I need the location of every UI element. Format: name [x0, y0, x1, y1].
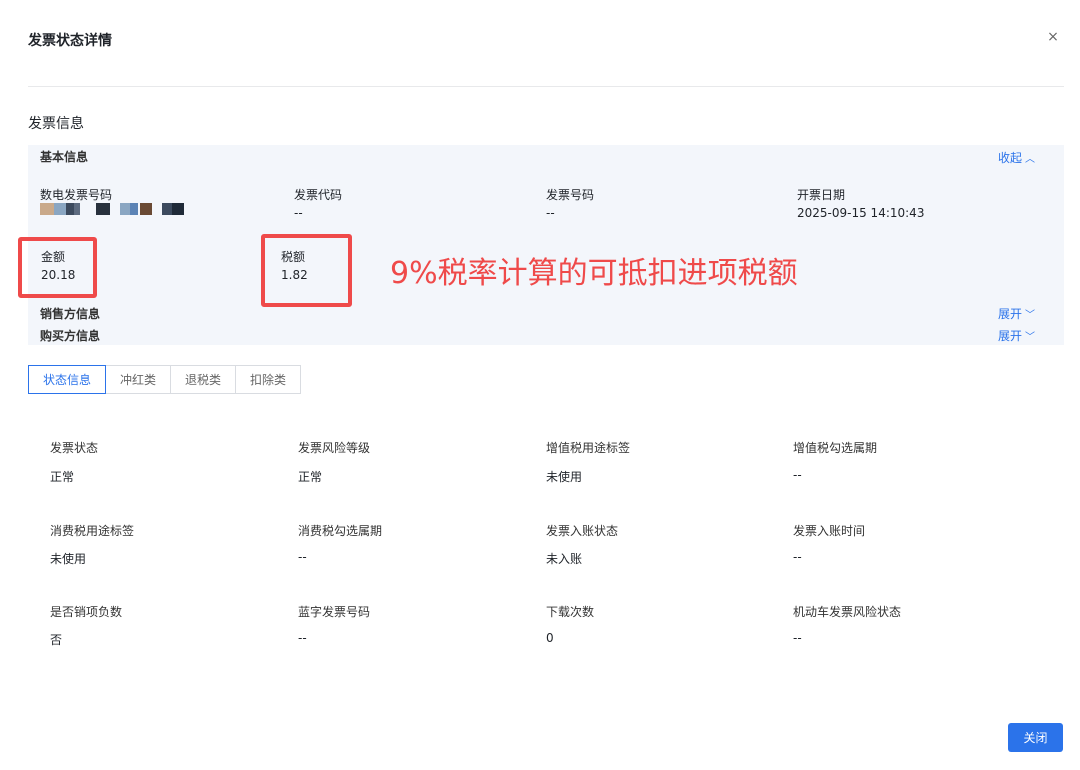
- invoice-no-value: --: [546, 206, 555, 220]
- redacted-invoice-number: [40, 203, 190, 215]
- download-count-value: 0: [546, 631, 554, 645]
- collapse-toggle[interactable]: 收起 ︿: [998, 149, 1035, 166]
- invoice-status-value: 正常: [50, 470, 75, 484]
- risk-level-label: 发票风险等级: [298, 441, 371, 455]
- invoice-no-label: 发票号码: [546, 188, 595, 202]
- blue-invoice-no-label: 蓝字发票号码: [298, 605, 371, 619]
- digital-invoice-no-label: 数电发票号码: [40, 188, 113, 202]
- header-divider: [28, 86, 1064, 87]
- vehicle-risk-label: 机动车发票风险状态: [793, 605, 902, 619]
- vat-period-label: 增值税勾选属期: [793, 441, 878, 455]
- invoice-code-label: 发票代码: [294, 188, 343, 202]
- download-count-label: 下载次数: [546, 605, 595, 619]
- vehicle-risk-value: --: [793, 631, 802, 645]
- basic-info-title: 基本信息: [40, 150, 89, 164]
- entry-status-label: 发票入账状态: [546, 524, 619, 538]
- close-button[interactable]: 关闭: [1008, 723, 1063, 752]
- buyer-expand-toggle[interactable]: 展开 ﹀: [998, 327, 1035, 344]
- invoice-info-panel: [28, 145, 1064, 345]
- invoice-code-value: --: [294, 206, 303, 220]
- tab-status-info[interactable]: 状态信息: [28, 365, 107, 394]
- tab-tax-refund[interactable]: 退税类: [170, 365, 237, 394]
- tax-highlight-box: [261, 234, 352, 307]
- vat-purpose-label: 增值税用途标签: [546, 441, 631, 455]
- negative-sales-label: 是否销项负数: [50, 605, 123, 619]
- consumption-purpose-value: 未使用: [50, 552, 87, 566]
- collapse-label: 收起: [998, 151, 1023, 165]
- chevron-down-icon: ﹀: [1025, 310, 1036, 321]
- annotation-text: 9%税率计算的可抵扣进项税额: [390, 256, 798, 291]
- entry-status-value: 未入账: [546, 552, 583, 566]
- section-title: 发票信息: [28, 116, 84, 132]
- amount-highlight-box: [18, 237, 97, 298]
- risk-level-value: 正常: [298, 470, 323, 484]
- consumption-purpose-label: 消费税用途标签: [50, 524, 135, 538]
- close-icon[interactable]: ×: [1046, 30, 1060, 44]
- vat-purpose-value: 未使用: [546, 470, 583, 484]
- vat-period-value: --: [793, 468, 802, 482]
- chevron-down-icon: ﹀: [1025, 332, 1036, 343]
- chevron-up-icon: ︿: [1025, 154, 1036, 165]
- entry-time-value: --: [793, 550, 802, 564]
- tab-deduction[interactable]: 扣除类: [235, 365, 302, 394]
- expand-label: 展开: [998, 307, 1023, 321]
- invoice-status-label: 发票状态: [50, 441, 99, 455]
- dialog-title: 发票状态详情: [28, 33, 112, 49]
- issue-date-value: 2025-09-15 14:10:43: [797, 206, 925, 220]
- consumption-period-label: 消费税勾选属期: [298, 524, 383, 538]
- negative-sales-value: 否: [50, 633, 63, 647]
- seller-info-title: 销售方信息: [40, 307, 101, 321]
- buyer-info-title: 购买方信息: [40, 329, 101, 343]
- issue-date-label: 开票日期: [797, 188, 846, 202]
- blue-invoice-no-value: --: [298, 631, 307, 645]
- tab-red-reversal[interactable]: 冲红类: [105, 365, 172, 394]
- seller-expand-toggle[interactable]: 展开 ﹀: [998, 305, 1035, 322]
- status-tabs: 状态信息 冲红类 退税类 扣除类: [28, 365, 302, 394]
- expand-label: 展开: [998, 329, 1023, 343]
- consumption-period-value: --: [298, 550, 307, 564]
- entry-time-label: 发票入账时间: [793, 524, 866, 538]
